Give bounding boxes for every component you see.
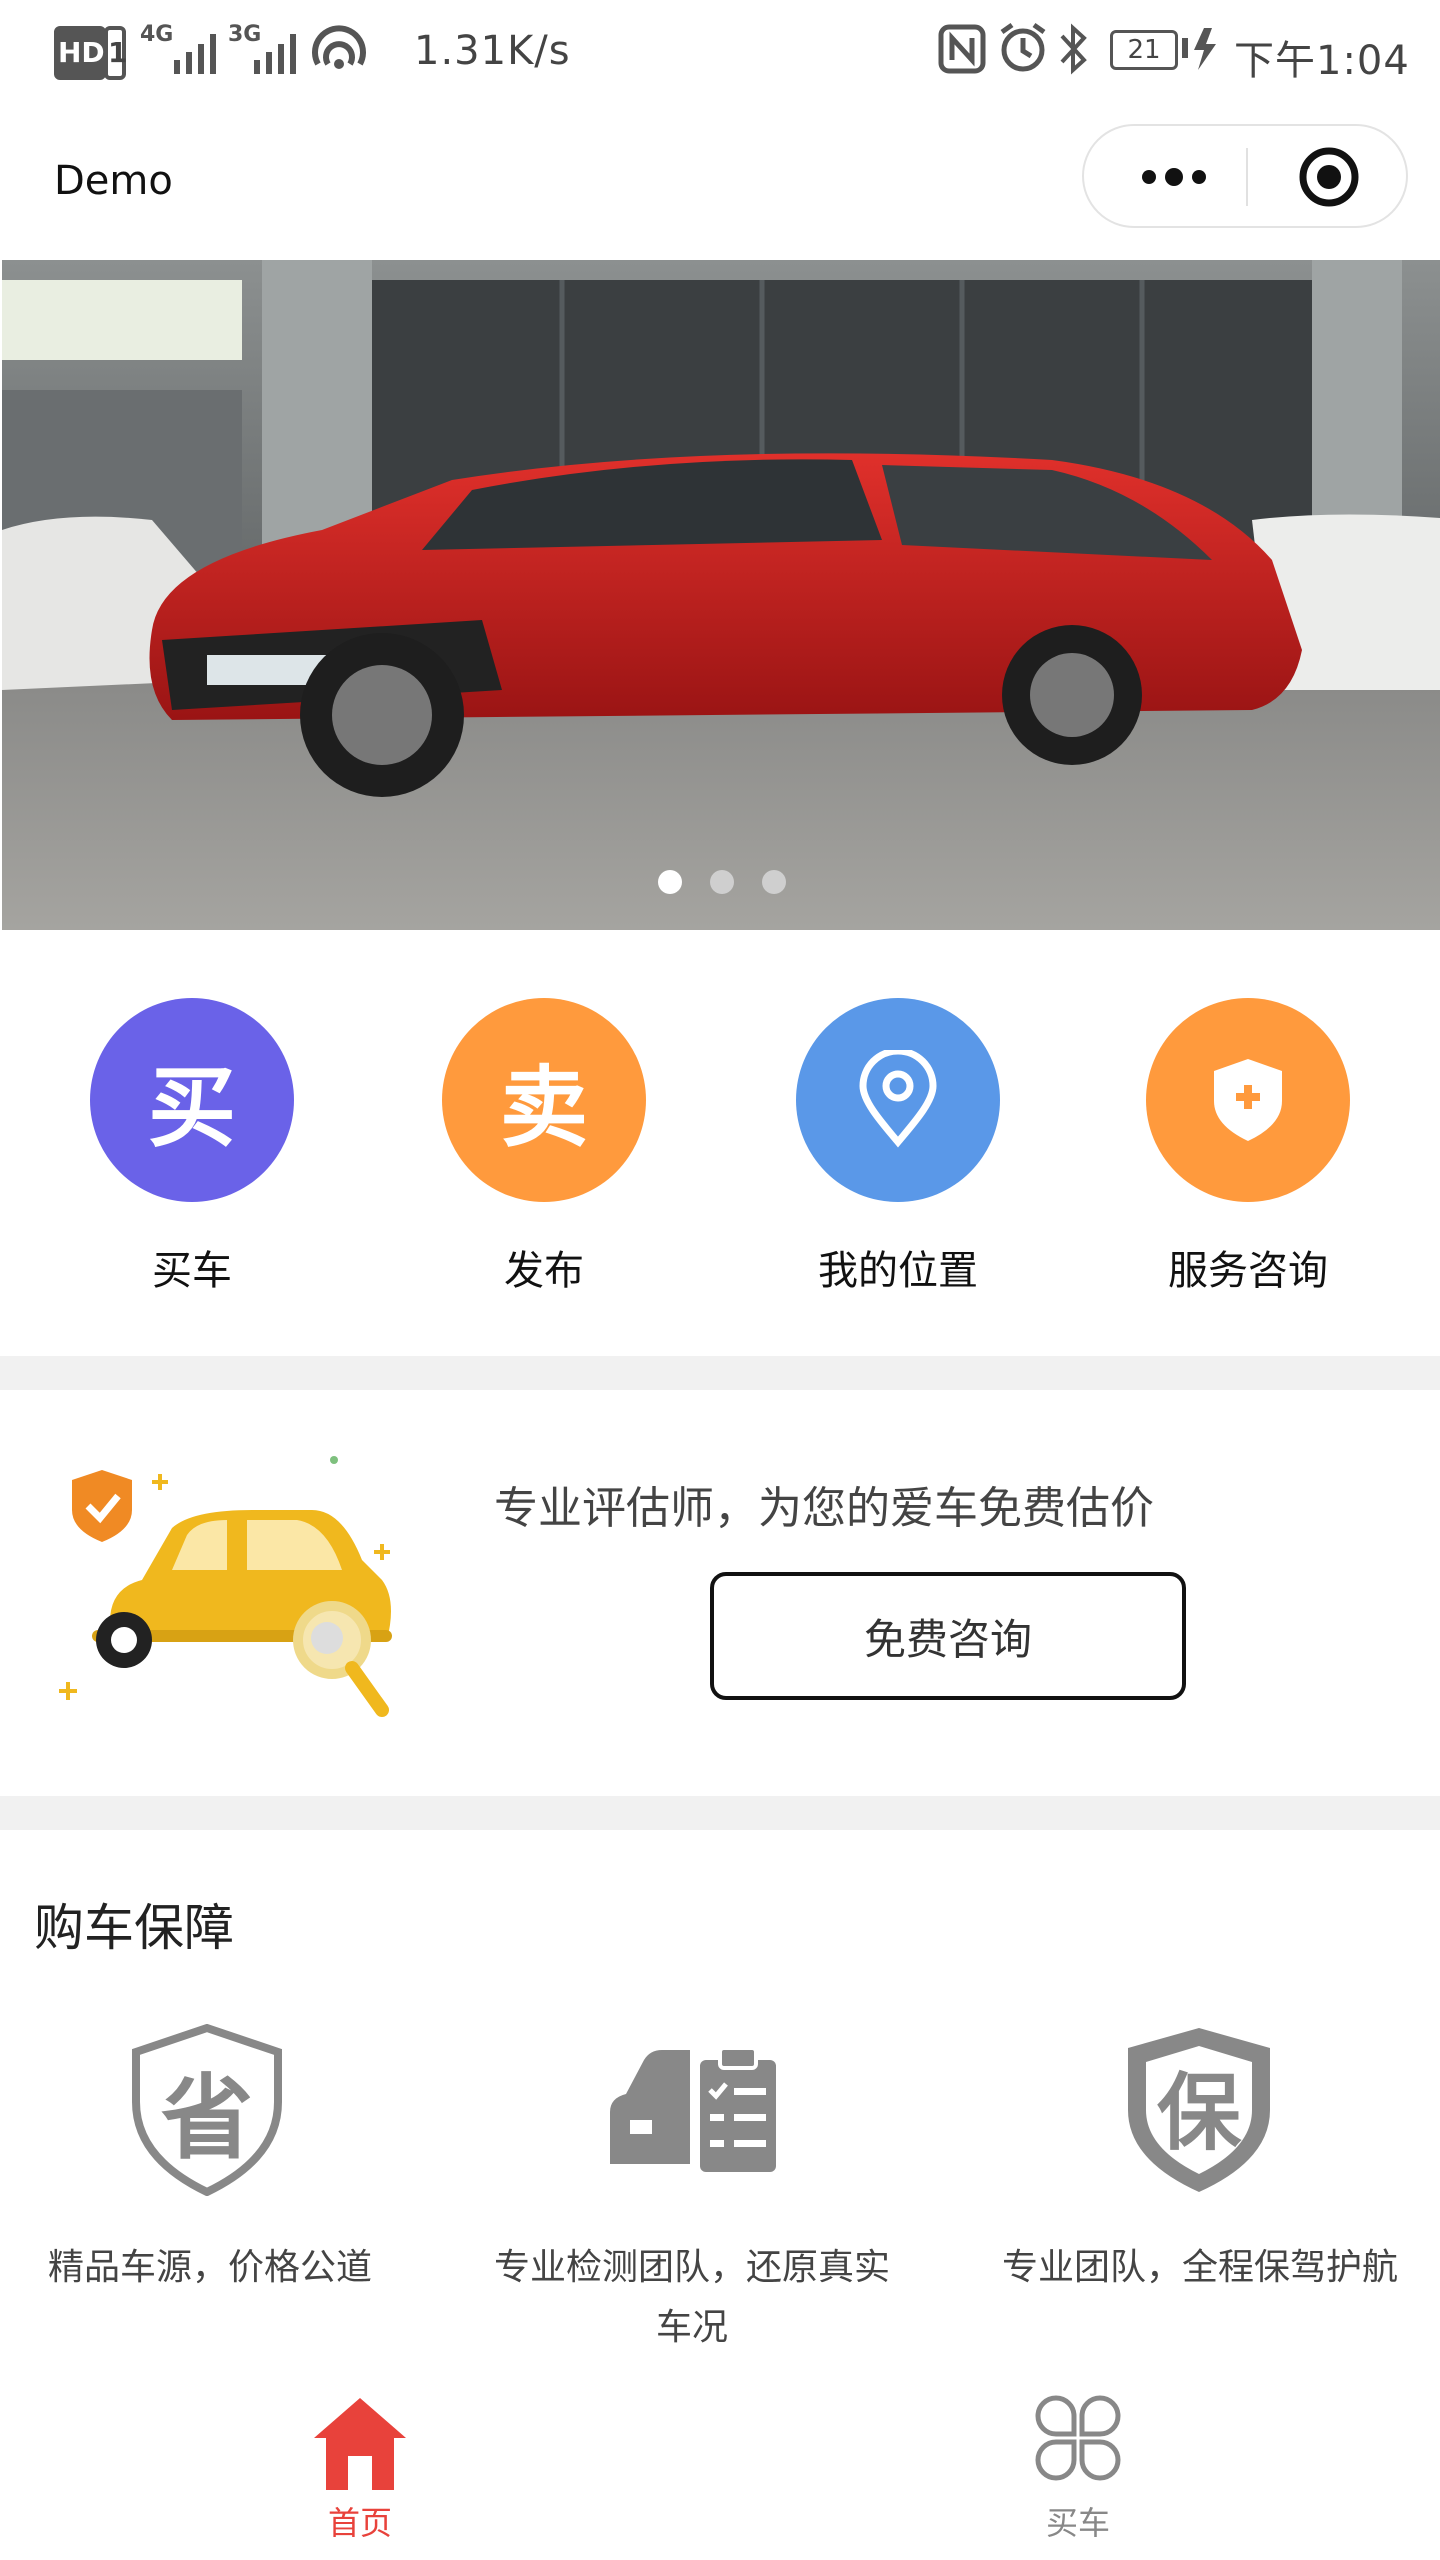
sim-indicator: 1 <box>104 26 127 80</box>
section-divider <box>0 1356 1440 1390</box>
service-consult-label: 服务咨询 <box>1168 1248 1328 1294</box>
shield-sheng-char: 省 <box>160 2065 253 2172</box>
charging-icon <box>1182 28 1216 70</box>
buy-car-button[interactable]: 买 <box>90 998 294 1202</box>
service-consult-button[interactable] <box>1146 998 1350 1202</box>
free-consult-button[interactable]: 免费咨询 <box>710 1572 1186 1700</box>
promo-text: 专业评估师，为您的爱车免费估价 <box>494 1483 1154 1534</box>
alarm-icon <box>1000 22 1046 72</box>
sell-icon: 卖 <box>499 1055 588 1159</box>
banner-carousel[interactable] <box>2 260 1440 930</box>
signal-3g-icon <box>254 34 296 74</box>
page-title: Demo <box>54 158 173 204</box>
tab-bar <box>0 2376 1440 2560</box>
car-valuation-illustration <box>59 1456 392 1717</box>
tab-home-label: 首页 <box>327 2504 392 2542</box>
guarantee-text-3: 专业团队，全程保驾护航 <box>1001 2247 1398 2288</box>
section-title: 购车保障 <box>34 1899 234 1957</box>
shield-plus-icon <box>1214 1059 1282 1141</box>
publish-label: 发布 <box>504 1248 584 1294</box>
nfc-icon <box>938 24 986 74</box>
location-pin-icon <box>859 1050 937 1148</box>
buy-car-label: 买车 <box>152 1248 232 1294</box>
tab-buy-car-label: 买车 <box>1045 2504 1110 2542</box>
home-icon <box>314 2398 406 2490</box>
section-divider <box>0 1796 1440 1830</box>
hd-indicator: HD <box>54 26 106 80</box>
my-location-button[interactable] <box>796 998 1000 1202</box>
my-location-label: 我的位置 <box>818 1248 978 1294</box>
guarantee-text-2: 专业检测团队，还原真实车况 <box>493 2247 890 2348</box>
banner-dot-1[interactable] <box>658 870 682 894</box>
more-button[interactable] <box>1124 144 1224 210</box>
close-button[interactable] <box>1284 140 1374 214</box>
mini-program-capsule <box>1082 124 1408 228</box>
battery-indicator: 21 <box>1110 30 1178 70</box>
wifi-hotspot-icon <box>312 25 366 69</box>
shield-bao-char: 保 <box>1156 2064 1241 2162</box>
publish-button[interactable]: 卖 <box>442 998 646 1202</box>
banner-car-image <box>2 260 1440 930</box>
guarantee-text-1: 精品车源，价格公道 <box>47 2247 372 2288</box>
four-petal-icon <box>1035 2395 1121 2481</box>
banner-dot-3[interactable] <box>762 870 786 894</box>
car-inspection-icon <box>610 2046 776 2172</box>
clock: 下午1:04 <box>1234 38 1410 84</box>
network-speed: 1.31K/s <box>414 28 571 74</box>
bluetooth-icon <box>1060 23 1087 75</box>
more-dots-icon <box>1142 168 1206 186</box>
signal-4g-icon <box>174 34 216 74</box>
buy-icon: 买 <box>147 1055 236 1159</box>
banner-dot-2[interactable] <box>710 870 734 894</box>
target-close-icon <box>1299 147 1359 207</box>
capsule-divider <box>1246 148 1248 206</box>
